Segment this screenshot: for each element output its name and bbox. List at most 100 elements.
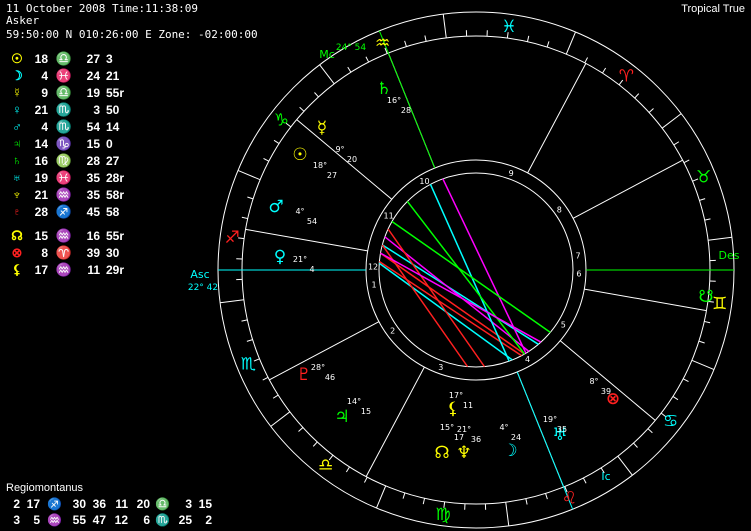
degree-tick <box>526 35 530 42</box>
wheel-planet-minute: 54 <box>307 217 317 226</box>
degree-tick <box>704 320 711 324</box>
sign-boundary-line <box>661 113 682 129</box>
wheel-planet-minute: 17 <box>454 433 464 442</box>
house-number: 6 <box>576 270 581 279</box>
sign-glyph-icon: ♐ <box>225 228 240 248</box>
degree-tick <box>546 41 550 48</box>
wheel-planet-minute: 24 <box>511 433 521 442</box>
degree-tick <box>424 35 427 42</box>
south-node-icon: ☋ <box>698 287 713 307</box>
degree-tick <box>582 477 587 484</box>
degree-tick <box>634 93 640 99</box>
house-number: 2 <box>390 327 395 336</box>
wheel-planet-degree: 9° <box>335 145 344 154</box>
house-number: 3 <box>438 363 443 372</box>
sign-boundary-line <box>319 64 335 85</box>
degree-tick <box>647 428 653 434</box>
degree-tick <box>363 476 368 483</box>
wheel-planet-icon: ♆ <box>456 443 471 463</box>
ascendant-degree: 22° 42 <box>188 283 218 293</box>
wheel-planet-degree: 19° <box>543 415 557 424</box>
sign-boundary-line <box>237 169 261 181</box>
degree-tick <box>247 196 254 200</box>
wheel-planet-icon: ♀ <box>274 247 286 267</box>
sign-glyph-icon: ♓ <box>501 17 516 37</box>
degree-tick <box>633 442 638 448</box>
wheel-planet-minute: 27 <box>327 171 337 180</box>
house-number: 9 <box>509 169 514 178</box>
wheel-planet-minute: 11 <box>463 401 473 410</box>
degree-tick <box>402 492 406 499</box>
wheel-planet-degree: 4° <box>499 423 508 432</box>
wheel-planet-icon: ♇ <box>296 365 311 385</box>
house-cusp-line <box>584 288 707 312</box>
wheel-planet-degree: 16° <box>387 96 401 105</box>
degree-tick <box>648 108 654 113</box>
degree-tick <box>272 394 279 399</box>
sign-boundary-line <box>442 14 447 38</box>
wheel-planet-icon: ☉ <box>292 145 307 165</box>
degree-tick <box>404 40 407 47</box>
house-number: 7 <box>575 252 580 261</box>
sign-glyph-icon: ♑ <box>274 111 289 131</box>
degree-tick <box>698 340 705 344</box>
wheel-planet-minute: 15 <box>361 407 371 416</box>
degree-tick <box>682 378 689 383</box>
house-number: 4 <box>525 355 530 364</box>
degree-tick <box>246 339 253 342</box>
wheel-planet-degree: 18° <box>313 161 327 170</box>
house-number: 12 <box>368 262 378 271</box>
degree-tick <box>673 141 680 146</box>
chart-wheel: ♌♋♊♉♈♓♒♑♐♏♎♍123456789101112Asc22° 42Mc 24… <box>188 11 740 529</box>
degree-tick <box>545 493 548 500</box>
degree-tick <box>345 466 351 473</box>
wheel-planet-degree: 17° <box>449 391 463 400</box>
sign-glyph-icon: ♍ <box>435 505 450 525</box>
wheel-planet-minute: 20 <box>347 155 357 164</box>
sign-glyph-icon: ♈ <box>619 66 634 86</box>
imum-coeli-label: Ic <box>601 470 610 483</box>
degree-tick <box>298 427 304 432</box>
degree-tick <box>525 498 528 505</box>
degree-tick <box>699 198 706 201</box>
sign-glyph-icon: ♋ <box>663 411 678 431</box>
sign-boundary-line <box>565 31 577 55</box>
house-number: 1 <box>371 280 376 289</box>
sign-glyph-icon: ♉ <box>696 168 711 188</box>
sign-boundary-line <box>505 502 510 526</box>
wheel-planet-icon: ♂ <box>268 197 283 217</box>
wheel-planet-minute: 36 <box>471 435 481 444</box>
wheel-planet-degree: 15° <box>440 423 454 432</box>
degree-tick <box>299 106 305 112</box>
house-cusp-line <box>527 63 587 174</box>
descendant-label: Des <box>719 249 740 262</box>
sign-glyph-icon: ♏ <box>241 354 256 374</box>
degree-tick <box>263 157 270 162</box>
sign-boundary-line <box>691 359 715 371</box>
degree-tick <box>273 139 280 145</box>
wheel-planet-minute: 4 <box>309 265 314 274</box>
degree-tick <box>584 57 589 64</box>
wheel-planet-degree: 8° <box>589 377 598 386</box>
house-number: 10 <box>419 177 429 186</box>
wheel-planet-minute: 46 <box>325 373 335 382</box>
sign-boundary-line <box>617 455 633 476</box>
degree-tick <box>314 92 319 98</box>
sign-glyph-icon: ♎ <box>318 456 333 476</box>
sign-boundary-line <box>220 299 244 304</box>
degree-tick <box>262 376 269 381</box>
wheel-planet-minute: 39 <box>601 387 611 396</box>
aspect-line <box>387 228 486 368</box>
midheaven-degree: 24° 54 <box>336 43 367 53</box>
house-cusp-line <box>245 228 368 252</box>
wheel-planet-icon: ☊ <box>434 443 449 463</box>
degree-tick <box>365 56 370 63</box>
sign-boundary-line <box>375 485 387 509</box>
aspect-line <box>380 252 542 343</box>
degree-tick <box>241 216 248 220</box>
wheel-planet-degree: 21° <box>457 425 471 434</box>
house-number: 5 <box>561 321 566 330</box>
wheel-planet-degree: 21° <box>293 255 307 264</box>
house-cusp-line <box>296 119 393 200</box>
wheel-planet-minute: 35 <box>557 425 567 434</box>
